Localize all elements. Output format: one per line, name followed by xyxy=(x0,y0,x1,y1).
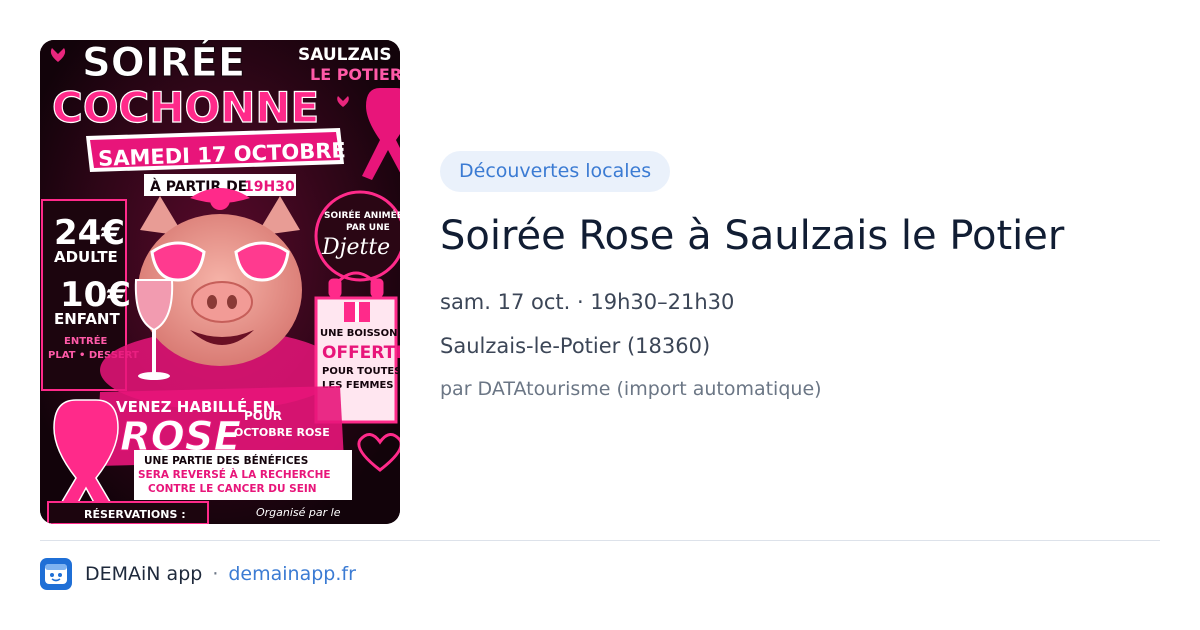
event-poster-image[interactable]: SOIRÉE COCHONNE SAULZAIS LE POTIER SAMED… xyxy=(40,40,400,524)
poster-charity-1: UNE PARTIE DES BÉNÉFICES xyxy=(144,454,308,467)
poster-organizer: Organisé par le xyxy=(256,506,341,519)
event-source: par DATAtourisme (import automatique) xyxy=(440,378,822,400)
gift-icon xyxy=(344,302,370,322)
poster-price-adult: 24€ xyxy=(54,213,125,253)
app-domain-link[interactable]: demainapp.fr xyxy=(228,563,356,585)
event-card[interactable]: SOIRÉE COCHONNE SAULZAIS LE POTIER SAMED… xyxy=(0,0,1200,630)
poster-dj-2: PAR UNE xyxy=(346,223,390,233)
poster-charity-2: SERA REVERSÉ À LA RECHERCHE xyxy=(138,468,331,481)
poster-dj-1: SOIRÉE ANIMÉE xyxy=(324,209,400,221)
poster-price-child-label: ENFANT xyxy=(54,310,120,328)
poster-dress-3: POUR xyxy=(244,409,282,423)
poster-dj-name: Djette xyxy=(321,235,390,260)
poster-town-1: SAULZAIS xyxy=(298,45,392,65)
footer-divider xyxy=(40,540,1160,541)
event-title[interactable]: Soirée Rose à Saulzais le Potier xyxy=(440,210,1180,262)
poster-drink-2: OFFERTE xyxy=(322,343,400,363)
poster-price-child: 10€ xyxy=(60,275,131,315)
poster-time: 19H30 xyxy=(244,179,295,195)
poster-charity-3: CONTRE LE CANCER DU SEIN xyxy=(148,483,317,495)
event-location: Saulzais-le-Potier (18360) xyxy=(440,334,711,358)
poster-town-2: LE POTIER xyxy=(310,65,400,84)
category-badge[interactable]: Découvertes locales xyxy=(440,151,671,192)
poster-drink-3: POUR TOUTES xyxy=(322,366,400,377)
poster-dress-4: OCTOBRE ROSE xyxy=(234,426,330,439)
footer: DEMAiN app · demainapp.fr xyxy=(40,558,356,590)
poster-menu-1: ENTRÉE xyxy=(64,334,108,347)
poster-drink-1: UNE BOISSON xyxy=(320,328,397,339)
event-date-time: sam. 17 oct. · 19h30–21h30 xyxy=(440,290,735,314)
demain-app-icon xyxy=(40,558,72,590)
poster-headline-1: SOIRÉE xyxy=(82,40,245,86)
poster-headline-2: COCHONNE xyxy=(52,83,319,132)
app-name: DEMAiN app xyxy=(85,563,203,585)
poster-price-adult-label: ADULTE xyxy=(54,248,118,266)
poster-reservations: RÉSERVATIONS : xyxy=(84,508,186,521)
footer-separator: · xyxy=(212,563,219,585)
